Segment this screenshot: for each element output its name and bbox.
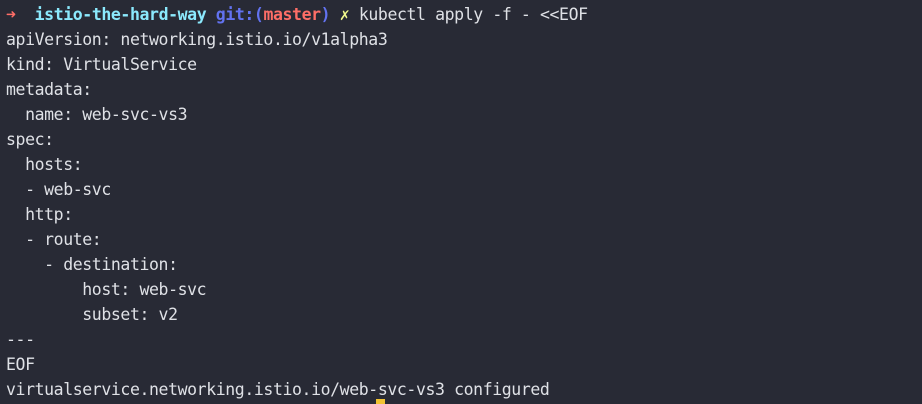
input-line: metadata: bbox=[6, 80, 92, 99]
input-line: hosts: bbox=[6, 155, 83, 174]
prompt-git-branch: master bbox=[263, 5, 321, 24]
input-line: spec: bbox=[6, 130, 54, 149]
input-line: host: web-svc bbox=[6, 280, 207, 299]
input-line: - route: bbox=[6, 230, 102, 249]
output-line: virtualservice.networking.istio.io/web-s… bbox=[6, 380, 550, 399]
input-line: EOF bbox=[6, 355, 35, 374]
input-line: name: web-svc-vs3 bbox=[6, 105, 188, 124]
input-line: kind: VirtualService bbox=[6, 55, 197, 74]
prompt-command: kubectl apply -f - <<EOF bbox=[358, 5, 588, 24]
prompt-git-prefix: git:( bbox=[215, 5, 264, 24]
input-line: - web-svc bbox=[6, 180, 111, 199]
git-dirty-icon: ✗ bbox=[339, 5, 350, 24]
input-line: apiVersion: networking.istio.io/v1alpha3 bbox=[6, 30, 388, 49]
terminal-window[interactable]: ➜ istio-the-hard-way git:(master) ✗ kube… bbox=[0, 0, 922, 404]
input-line: --- bbox=[6, 330, 35, 349]
prompt-git-suffix: ) bbox=[320, 5, 331, 24]
terminal-cursor bbox=[376, 399, 385, 404]
input-line: http: bbox=[6, 205, 73, 224]
input-line: subset: v2 bbox=[6, 305, 178, 324]
prompt-line: ➜ istio-the-hard-way git:(master) ✗ kube… bbox=[6, 2, 922, 27]
input-line: - destination: bbox=[6, 255, 178, 274]
prompt-directory: istio-the-hard-way bbox=[34, 5, 207, 24]
prompt-arrow-icon: ➜ bbox=[6, 5, 16, 24]
